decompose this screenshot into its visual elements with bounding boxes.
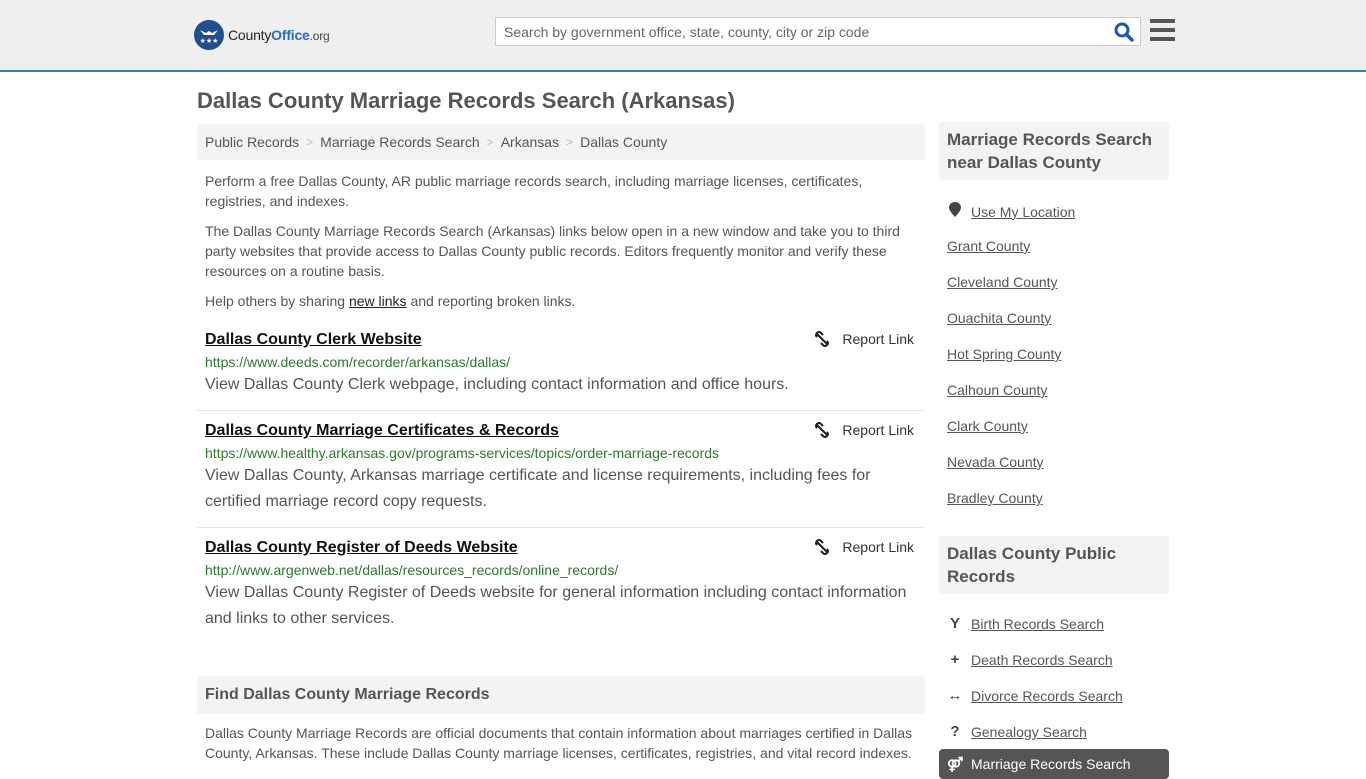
use-my-location-link[interactable]: Use My Location <box>971 204 1075 220</box>
nearby-county-label[interactable]: Ouachita County <box>947 310 1051 326</box>
new-links-link[interactable]: new links <box>349 293 407 309</box>
result-item: Dallas County Register of Deeds Website … <box>197 539 925 632</box>
question-icon: ? <box>950 723 960 740</box>
result-description: View Dallas County, Arkansas marriage ce… <box>205 467 871 510</box>
nearby-county-link[interactable]: Ouachita County <box>947 310 1051 326</box>
birth-records-label[interactable]: Birth Records Search <box>971 616 1104 632</box>
child-icon: Y <box>949 615 960 632</box>
rings-icon: ⚤ <box>947 755 964 772</box>
result-url: https://www.healthy.arkansas.gov/program… <box>205 445 720 461</box>
genealogy-link[interactable]: ? Genealogy Search <box>947 723 1087 740</box>
nearby-county-link[interactable]: Hot Spring County <box>947 346 1061 362</box>
breadcrumb-public-records[interactable]: Public Records <box>205 134 299 150</box>
nearby-county-link[interactable]: Cleveland County <box>947 274 1058 290</box>
arrows-horizontal-icon: ↔ <box>947 687 963 704</box>
result-title-link[interactable]: Dallas County Marriage Certificates & Re… <box>205 422 559 440</box>
intro-paragraph-1: Perform a free Dallas County, AR public … <box>205 173 863 209</box>
result-title-link[interactable]: Dallas County Clerk Website <box>205 331 422 349</box>
nearby-county-link[interactable]: Clark County <box>947 418 1028 434</box>
svg-text:★★★: ★★★ <box>200 37 219 45</box>
marriage-records-active-link[interactable]: ⚤ Marriage Records Search <box>939 749 1169 779</box>
nearby-county-label[interactable]: Grant County <box>947 238 1030 254</box>
nearby-county-label[interactable]: Cleveland County <box>947 274 1058 290</box>
intro-text: Perform a free Dallas County, AR public … <box>205 171 917 321</box>
nearby-county-label[interactable]: Bradley County <box>947 490 1043 506</box>
breadcrumb-separator: > <box>486 135 494 149</box>
result-item: Dallas County Marriage Certificates & Re… <box>197 422 925 515</box>
breadcrumb-arkansas[interactable]: Arkansas <box>501 134 559 150</box>
report-link-button[interactable]: Report Link <box>814 539 914 555</box>
death-records-link[interactable]: + Death Records Search <box>947 651 1113 668</box>
hamburger-menu-icon[interactable] <box>1150 19 1175 41</box>
result-url: https://www.deeds.com/recorder/arkansas/… <box>205 354 511 370</box>
result-url: http://www.argenweb.net/dallas/resources… <box>205 562 619 578</box>
result-description: View Dallas County Register of Deeds web… <box>205 584 907 627</box>
result-description: View Dallas County Clerk webpage, includ… <box>205 376 789 393</box>
nearby-county-link[interactable]: Calhoun County <box>947 382 1047 398</box>
nearby-county-link[interactable]: Bradley County <box>947 490 1043 506</box>
breadcrumb: Public Records > Marriage Records Search… <box>197 124 925 160</box>
intro-paragraph-3: Help others by sharing new links and rep… <box>205 293 576 309</box>
divider <box>197 410 925 411</box>
breadcrumb-dallas-county: Dallas County <box>580 134 668 150</box>
broken-link-icon <box>815 539 830 555</box>
page-title: Dallas County Marriage Records Search (A… <box>197 88 735 113</box>
nearby-county-label[interactable]: Hot Spring County <box>947 346 1061 362</box>
nearby-county-label[interactable]: Clark County <box>947 418 1028 434</box>
nearby-heading: Marriage Records Search near Dallas Coun… <box>939 122 1169 180</box>
find-records-text: Dallas County Marriage Records are offic… <box>205 725 913 761</box>
report-link-button[interactable]: Report Link <box>814 331 914 347</box>
search-box <box>495 17 1141 46</box>
plus-icon: + <box>950 651 960 668</box>
breadcrumb-marriage-records-search[interactable]: Marriage Records Search <box>320 134 480 150</box>
marriage-records-label: Marriage Records Search <box>971 756 1131 772</box>
site-logo-text: CountyOffice.org <box>228 27 330 43</box>
eagle-logo-icon: ★★★ <box>194 20 224 50</box>
death-records-label[interactable]: Death Records Search <box>971 652 1113 668</box>
use-my-location[interactable]: Use My Location <box>947 202 1075 221</box>
map-marker-icon <box>947 202 963 221</box>
breadcrumb-separator: > <box>306 135 314 149</box>
genealogy-label[interactable]: Genealogy Search <box>971 724 1087 740</box>
intro-paragraph-2: The Dallas County Marriage Records Searc… <box>205 223 900 279</box>
nearby-county-label[interactable]: Nevada County <box>947 454 1044 470</box>
public-records-heading: Dallas County Public Records <box>939 536 1169 594</box>
divorce-records-link[interactable]: ↔ Divorce Records Search <box>947 687 1123 704</box>
search-button[interactable] <box>1114 22 1134 42</box>
nearby-county-link[interactable]: Grant County <box>947 238 1030 254</box>
site-header: ★★★ CountyOffice.org <box>0 0 1366 72</box>
broken-link-icon <box>815 422 830 438</box>
divider <box>197 527 925 528</box>
breadcrumb-separator: > <box>566 135 574 149</box>
divorce-records-label[interactable]: Divorce Records Search <box>971 688 1123 704</box>
report-link-button[interactable]: Report Link <box>814 422 914 438</box>
nearby-county-link[interactable]: Nevada County <box>947 454 1044 470</box>
site-logo[interactable]: ★★★ CountyOffice.org <box>194 20 330 50</box>
result-title-link[interactable]: Dallas County Register of Deeds Website <box>205 539 518 557</box>
search-icon <box>1114 22 1134 42</box>
search-input[interactable] <box>496 18 1096 45</box>
birth-records-link[interactable]: Y Birth Records Search <box>947 615 1104 632</box>
nearby-county-label[interactable]: Calhoun County <box>947 382 1047 398</box>
find-records-heading: Find Dallas County Marriage Records <box>197 676 925 714</box>
broken-link-icon <box>815 331 830 347</box>
result-item: Dallas County Clerk Website Report Link … <box>197 331 925 398</box>
